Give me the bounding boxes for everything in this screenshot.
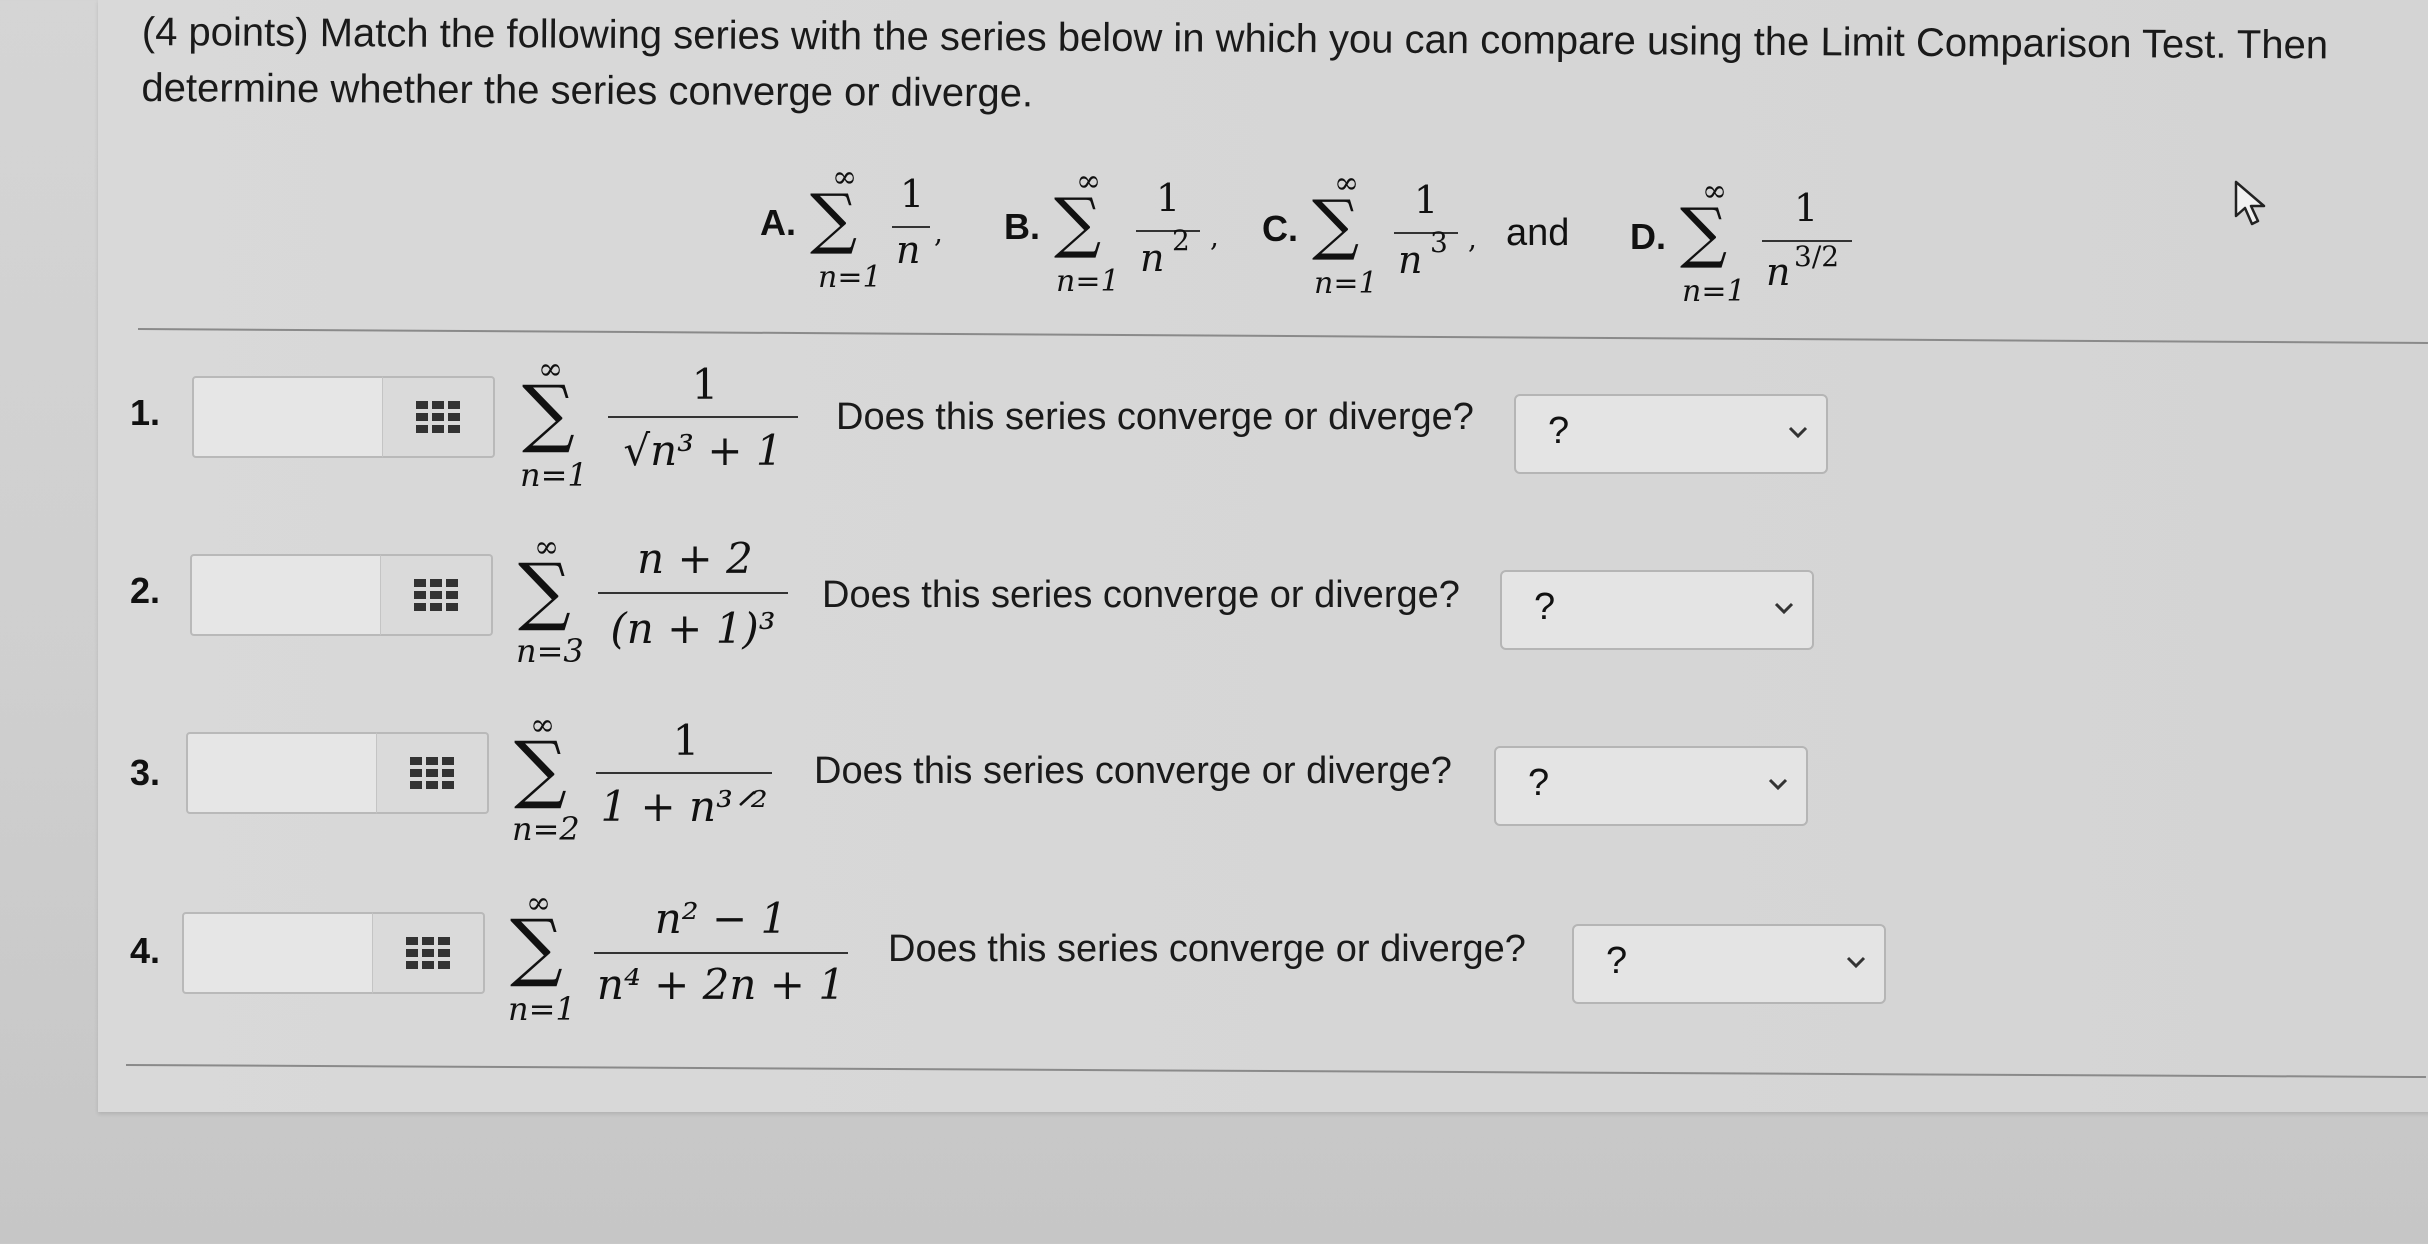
fraction-numerator: 1 (900, 172, 925, 216)
converge-diverge-select[interactable]: ? (1572, 924, 1886, 1004)
fraction-bar (1136, 230, 1200, 232)
separator: , (1468, 222, 1477, 255)
chevron-down-icon (1846, 956, 1866, 969)
separator: , (1210, 220, 1219, 253)
converge-diverge-select[interactable]: ? (1494, 746, 1808, 826)
sigma-icon: ∑ (510, 904, 563, 990)
sigma-icon: ∑ (522, 370, 575, 456)
sigma-icon: ∑ (1680, 194, 1728, 271)
denominator-exponent: 3/2 (1794, 240, 1840, 273)
fraction-numerator: 1 (672, 716, 700, 765)
fraction-bar (594, 952, 848, 954)
answer-input[interactable] (186, 732, 380, 814)
select-value: ? (1606, 940, 1628, 982)
answer-input[interactable] (192, 376, 386, 458)
fraction-denominator: n (1140, 236, 1165, 280)
sigma-icon: ∑ (1312, 186, 1360, 263)
fraction-numerator: 1 (1414, 178, 1439, 222)
problem-4: 4. ∞ ∑ n=1 n² − 1 n⁴ + 2n + 1 Does this … (0, 886, 2428, 1044)
option-letter: A. (760, 202, 796, 243)
fraction-denominator: n (1398, 238, 1423, 282)
grid-icon (406, 937, 450, 969)
fraction-bar (598, 592, 788, 594)
sigma-icon: ∑ (514, 726, 567, 812)
answer-picker-button[interactable] (376, 732, 489, 814)
grid-icon (416, 401, 460, 433)
problem-3: 3. ∞ ∑ n=2 1 1 + n³ᐟ² Does this series c… (0, 708, 2428, 866)
grid-icon (414, 579, 458, 611)
denominator-exponent: 3 (1430, 226, 1448, 259)
sigma-icon: ∑ (518, 548, 571, 634)
fraction-denominator: (n + 1)³ (610, 604, 776, 653)
converge-question: Does this series converge or diverge? (888, 928, 1526, 970)
problem-number: 1. (130, 392, 161, 433)
select-value: ? (1534, 586, 1556, 628)
answer-picker-button[interactable] (382, 376, 495, 458)
question-text: (4 points) Match the following series wi… (141, 9, 2329, 116)
fraction-numerator: 1 (1156, 176, 1181, 220)
answer-picker-button[interactable] (372, 912, 485, 994)
answer-picker-button[interactable] (380, 554, 493, 636)
comparison-options: A. ∞ ∑ n=1 1 n , B. ∞ ∑ n=1 1 n 2 , C. ∞… (0, 160, 2428, 310)
problem-number: 3. (130, 752, 161, 793)
sum-lower-limit: n=3 (516, 632, 584, 670)
sigma-icon: ∑ (1054, 184, 1102, 261)
fraction-bar (1394, 232, 1458, 234)
separator: , (934, 216, 943, 249)
mouse-pointer-icon (2234, 180, 2266, 226)
fraction-denominator: n (1766, 250, 1791, 294)
sum-lower-limit: n=1 (520, 456, 588, 494)
option-letter: D. (1630, 216, 1666, 257)
converge-diverge-select[interactable]: ? (1514, 394, 1828, 474)
fraction-denominator: √n³ + 1 (623, 426, 783, 475)
option-letter: B. (1004, 206, 1040, 247)
problem-number: 4. (130, 930, 161, 971)
sum-lower-limit: n=1 (1056, 264, 1120, 299)
problem-1: 1. ∞ ∑ n=1 1 √n³ + 1 Does this series co… (0, 352, 2428, 510)
sigma-icon: ∑ (810, 180, 858, 257)
fraction-denominator: n (896, 228, 921, 272)
fraction-bar (596, 772, 772, 774)
chevron-down-icon (1788, 426, 1808, 439)
chevron-down-icon (1768, 778, 1788, 791)
select-value: ? (1548, 410, 1570, 452)
converge-diverge-select[interactable]: ? (1500, 570, 1814, 650)
fraction-numerator: n² − 1 (654, 894, 788, 943)
converge-question: Does this series converge or diverge? (822, 574, 1460, 616)
answer-input[interactable] (182, 912, 376, 994)
problem-number: 2. (130, 570, 161, 611)
sum-lower-limit: n=2 (512, 810, 580, 848)
converge-question: Does this series converge or diverge? (836, 396, 1474, 438)
and-text: and (1506, 212, 1570, 254)
fraction-numerator: 1 (1794, 186, 1819, 230)
chevron-down-icon (1774, 602, 1794, 615)
fraction-numerator: 1 (691, 360, 719, 409)
option-letter: C. (1262, 208, 1298, 249)
sum-lower-limit: n=1 (508, 990, 576, 1028)
sum-lower-limit: n=1 (1682, 274, 1746, 309)
converge-question: Does this series converge or diverge? (814, 750, 1452, 792)
fraction-denominator: 1 + n³ᐟ² (600, 782, 768, 831)
problem-2: 2. ∞ ∑ n=3 n + 2 (n + 1)³ Does this seri… (0, 530, 2428, 690)
fraction-denominator: n⁴ + 2n + 1 (596, 960, 846, 1009)
grid-icon (410, 757, 454, 789)
select-value: ? (1528, 762, 1550, 804)
sum-lower-limit: n=1 (1314, 266, 1378, 301)
sum-lower-limit: n=1 (818, 260, 882, 295)
answer-input[interactable] (190, 554, 384, 636)
fraction-numerator: n + 2 (637, 534, 753, 583)
fraction-bar (608, 416, 798, 418)
denominator-exponent: 2 (1172, 224, 1190, 257)
